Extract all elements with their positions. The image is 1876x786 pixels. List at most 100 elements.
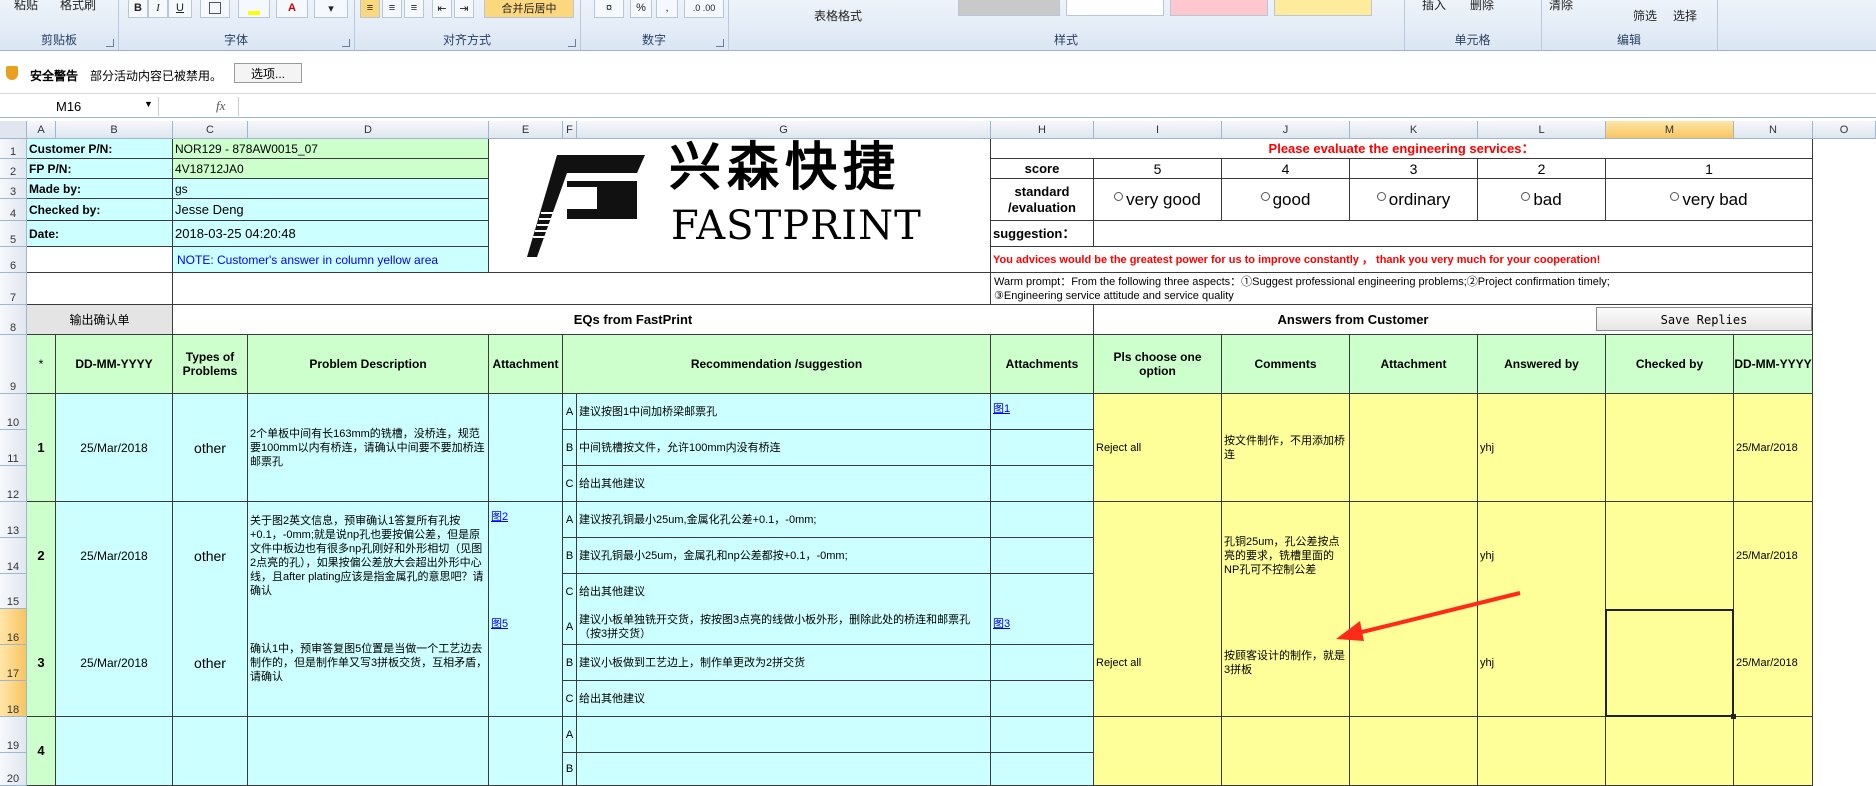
option-text[interactable]: 建议按图1中间加桥梁邮票孔 [577,394,991,430]
row-header[interactable]: 6 [0,247,27,273]
eq-problem-description[interactable]: 关于图2英文信息，预审确认1答复所有孔按+0.1，-0mm;就是说np孔也要按偏… [248,502,489,610]
chevron-down-icon[interactable]: ▼ [144,99,153,109]
row-header[interactable]: 11 [0,430,27,466]
standard-evaluation-label[interactable]: standard /evaluation [991,179,1094,221]
filter-button[interactable]: 筛选 [1633,7,1657,24]
column-header[interactable]: F [563,121,577,139]
eq-number[interactable]: 3 [27,609,56,717]
option-attachment[interactable] [991,717,1094,753]
align-left-button[interactable]: ≡ [360,0,380,18]
eq-checked-by[interactable] [1606,502,1734,610]
radio-icon[interactable] [1521,192,1531,201]
header-checked-by[interactable]: Checked by [1606,335,1734,394]
option-text[interactable]: 给出其他建议 [577,574,991,610]
eq-answered-by[interactable] [1478,717,1606,786]
percent-button[interactable]: % [630,0,652,18]
option-very-bad[interactable]: very bad [1606,179,1813,221]
header-problem[interactable]: Problem Description [248,335,489,394]
row-header[interactable]: 18 [0,681,27,717]
row-header[interactable]: 16 [0,609,27,645]
fill-handle[interactable] [1731,714,1736,719]
column-header[interactable]: E [489,121,563,139]
evaluation-title[interactable]: Please evaluate the engineering services… [991,139,1813,159]
dialog-launcher-icon[interactable] [106,39,114,47]
option-text[interactable]: 中间铣槽按文件，允许100mm内没有桥连 [577,430,991,466]
formula-input[interactable] [238,97,1876,116]
option-attachment[interactable] [991,681,1094,717]
column-header[interactable]: M [1606,121,1734,139]
option-attachment[interactable] [991,502,1094,538]
decimal-button[interactable]: .0 .00 [684,0,724,18]
option-letter[interactable]: B [563,645,577,681]
eq-choice[interactable]: Reject all [1094,609,1222,717]
option-bad[interactable]: bad [1478,179,1606,221]
eq-date[interactable]: 25/Mar/2018 [56,502,173,610]
fill-color-button[interactable] [238,0,270,18]
eq-problem-description[interactable] [248,717,489,786]
radio-icon[interactable] [1260,192,1270,201]
option-good[interactable]: good [1222,179,1350,221]
paste-button[interactable]: 粘贴 [14,0,38,13]
option-letter[interactable]: A [563,717,577,753]
row-header[interactable]: 5 [0,221,27,247]
option-attachment[interactable] [991,430,1094,466]
column-header[interactable]: O [1813,121,1876,139]
currency-button[interactable]: ¤ [594,0,624,18]
eq-cust-date[interactable] [1734,717,1813,786]
empty-cell[interactable] [173,273,991,305]
eq-date[interactable]: 25/Mar/2018 [56,609,173,717]
date-label[interactable]: Date: [27,221,173,247]
suggestion-input[interactable] [1094,221,1813,247]
style-swatch-1[interactable] [958,0,1060,16]
column-header[interactable]: K [1350,121,1478,139]
align-center-button[interactable]: ≡ [382,0,402,18]
eq-attachment[interactable] [489,717,563,786]
option-very-good[interactable]: very good [1094,179,1222,221]
row-header[interactable]: 12 [0,466,27,502]
radio-icon[interactable] [1376,192,1386,201]
save-replies-button[interactable]: Save Replies [1596,307,1812,331]
radio-icon[interactable] [1114,192,1124,201]
eq-choice[interactable] [1094,717,1222,786]
column-header[interactable]: L [1478,121,1606,139]
eq-type[interactable]: other [173,502,248,610]
header-choose-option[interactable]: Pls choose one option [1094,335,1222,394]
attachment-link[interactable]: 图5 [491,617,508,631]
option-text[interactable]: 建议小板做到工艺边上，制作单更改为2拼交货 [577,645,991,681]
row-header[interactable]: 15 [0,574,27,609]
customer-pn-label[interactable]: Customer P/N: [27,139,173,159]
option-text[interactable]: 建议小板单独铣开交货，按按图3点亮的线做小板外形，删除此处的桥连和邮票孔（按3拼… [577,609,991,645]
column-header[interactable]: A [27,121,56,139]
column-header[interactable]: N [1734,121,1813,139]
column-header[interactable]: D [248,121,489,139]
eq-cust-attachment[interactable] [1350,717,1478,786]
option-letter[interactable]: B [563,753,577,786]
options-button[interactable]: 选项... [234,63,302,83]
option-letter[interactable]: A [563,394,577,430]
eq-cust-date[interactable]: 25/Mar/2018 [1734,394,1813,502]
eq-cust-attachment[interactable] [1350,394,1478,502]
row-header[interactable]: 3 [0,179,27,199]
eq-attachment[interactable] [489,394,563,502]
option-attachment[interactable] [991,645,1094,681]
row-header[interactable]: 2 [0,159,27,179]
score-label[interactable]: score [991,159,1094,179]
output-confirm-button[interactable]: 输出确认单 [27,305,173,335]
column-header[interactable]: J [1222,121,1350,139]
eq-date[interactable]: 25/Mar/2018 [56,394,173,502]
attachment-link[interactable]: 图2 [491,510,508,524]
option-text[interactable]: 建议孔铜最小25um，金属孔和np公差都按+0.1，-0mm; [577,538,991,574]
option-letter[interactable]: B [563,538,577,574]
header-cust-date[interactable]: DD-MM-YYYY [1734,335,1813,394]
column-header[interactable]: I [1094,121,1222,139]
header-recommendation[interactable]: Recommendation /suggestion [563,335,991,394]
row-header[interactable]: 20 [0,753,27,786]
font-color-button[interactable]: A [276,0,308,18]
score-value[interactable]: 2 [1478,159,1606,179]
made-by-value[interactable]: gs [173,179,489,199]
decrease-indent-button[interactable]: ⇤ [432,0,452,18]
row-header[interactable]: 10 [0,394,27,430]
option-text[interactable]: 给出其他建议 [577,466,991,502]
eq-choice[interactable] [1094,502,1222,610]
italic-button[interactable]: I [148,0,168,18]
